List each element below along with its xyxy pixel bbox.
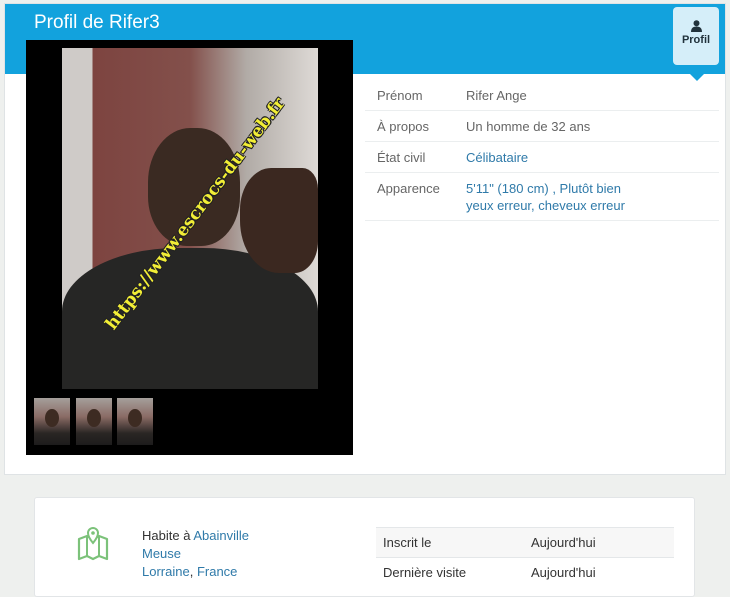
info-label: À propos: [377, 119, 430, 134]
info-label: Prénom: [377, 88, 423, 103]
stat-row-registered: Inscrit le Aujourd'hui: [376, 527, 674, 557]
photo-gallery: https://www.escrocs-du-web.fr: [26, 40, 353, 455]
region-separator: ,: [189, 564, 194, 579]
info-label: État civil: [377, 150, 426, 165]
photo-person-hand: [240, 168, 318, 273]
map-icon: [77, 527, 109, 561]
info-value: Un homme de 32 ans: [466, 119, 591, 134]
marital-status-link[interactable]: Célibataire: [466, 149, 528, 166]
page-title: Profil de Rifer3: [34, 12, 160, 33]
stat-label: Inscrit le: [383, 535, 432, 550]
department-link[interactable]: Meuse: [142, 545, 249, 563]
profile-info-table: Prénom Rifer Ange À propos Un homme de 3…: [365, 80, 719, 221]
photo-thumbnail[interactable]: [34, 398, 70, 445]
info-row-prenom: Prénom Rifer Ange: [365, 80, 719, 111]
location-text: Habite à Abainville Meuse Lorraine, Fran…: [142, 527, 249, 581]
info-row-etat-civil: État civil Célibataire: [365, 142, 719, 173]
stat-value: Aujourd'hui: [531, 565, 596, 580]
tab-profil[interactable]: Profil: [673, 7, 719, 65]
info-value: 5'11" (180 cm) , Plutôt bien yeux erreur…: [466, 180, 625, 214]
info-label: Apparence: [377, 181, 440, 196]
info-row-a-propos: À propos Un homme de 32 ans: [365, 111, 719, 142]
user-icon: [690, 20, 702, 32]
appearance-line-1[interactable]: 5'11" (180 cm) , Plutôt bien: [466, 181, 621, 196]
tab-profil-label: Profil: [681, 34, 711, 46]
country-link[interactable]: France: [197, 564, 237, 579]
city-link[interactable]: Abainville: [193, 528, 249, 543]
profile-panel: Profil de Rifer3 Profil https://www.escr…: [4, 3, 726, 475]
appearance-line-2[interactable]: yeux erreur, cheveux erreur: [466, 198, 625, 213]
stat-row-last-visit: Dernière visite Aujourd'hui: [376, 557, 674, 587]
info-row-apparence: Apparence 5'11" (180 cm) , Plutôt bien y…: [365, 173, 719, 221]
main-profile-photo[interactable]: https://www.escrocs-du-web.fr: [62, 48, 318, 389]
info-value: Rifer Ange: [466, 88, 527, 103]
photo-thumbnail[interactable]: [117, 398, 153, 445]
stat-value: Aujourd'hui: [531, 535, 596, 550]
stat-label: Dernière visite: [383, 565, 467, 580]
region-link[interactable]: Lorraine: [142, 564, 190, 579]
stats-table: Inscrit le Aujourd'hui Dernière visite A…: [376, 527, 674, 587]
location-card: Habite à Abainville Meuse Lorraine, Fran…: [34, 497, 695, 597]
photo-thumbnail[interactable]: [76, 398, 112, 445]
location-prefix: Habite à: [142, 528, 191, 543]
location-line-city: Habite à Abainville: [142, 527, 249, 545]
location-line-region: Lorraine, France: [142, 563, 249, 581]
